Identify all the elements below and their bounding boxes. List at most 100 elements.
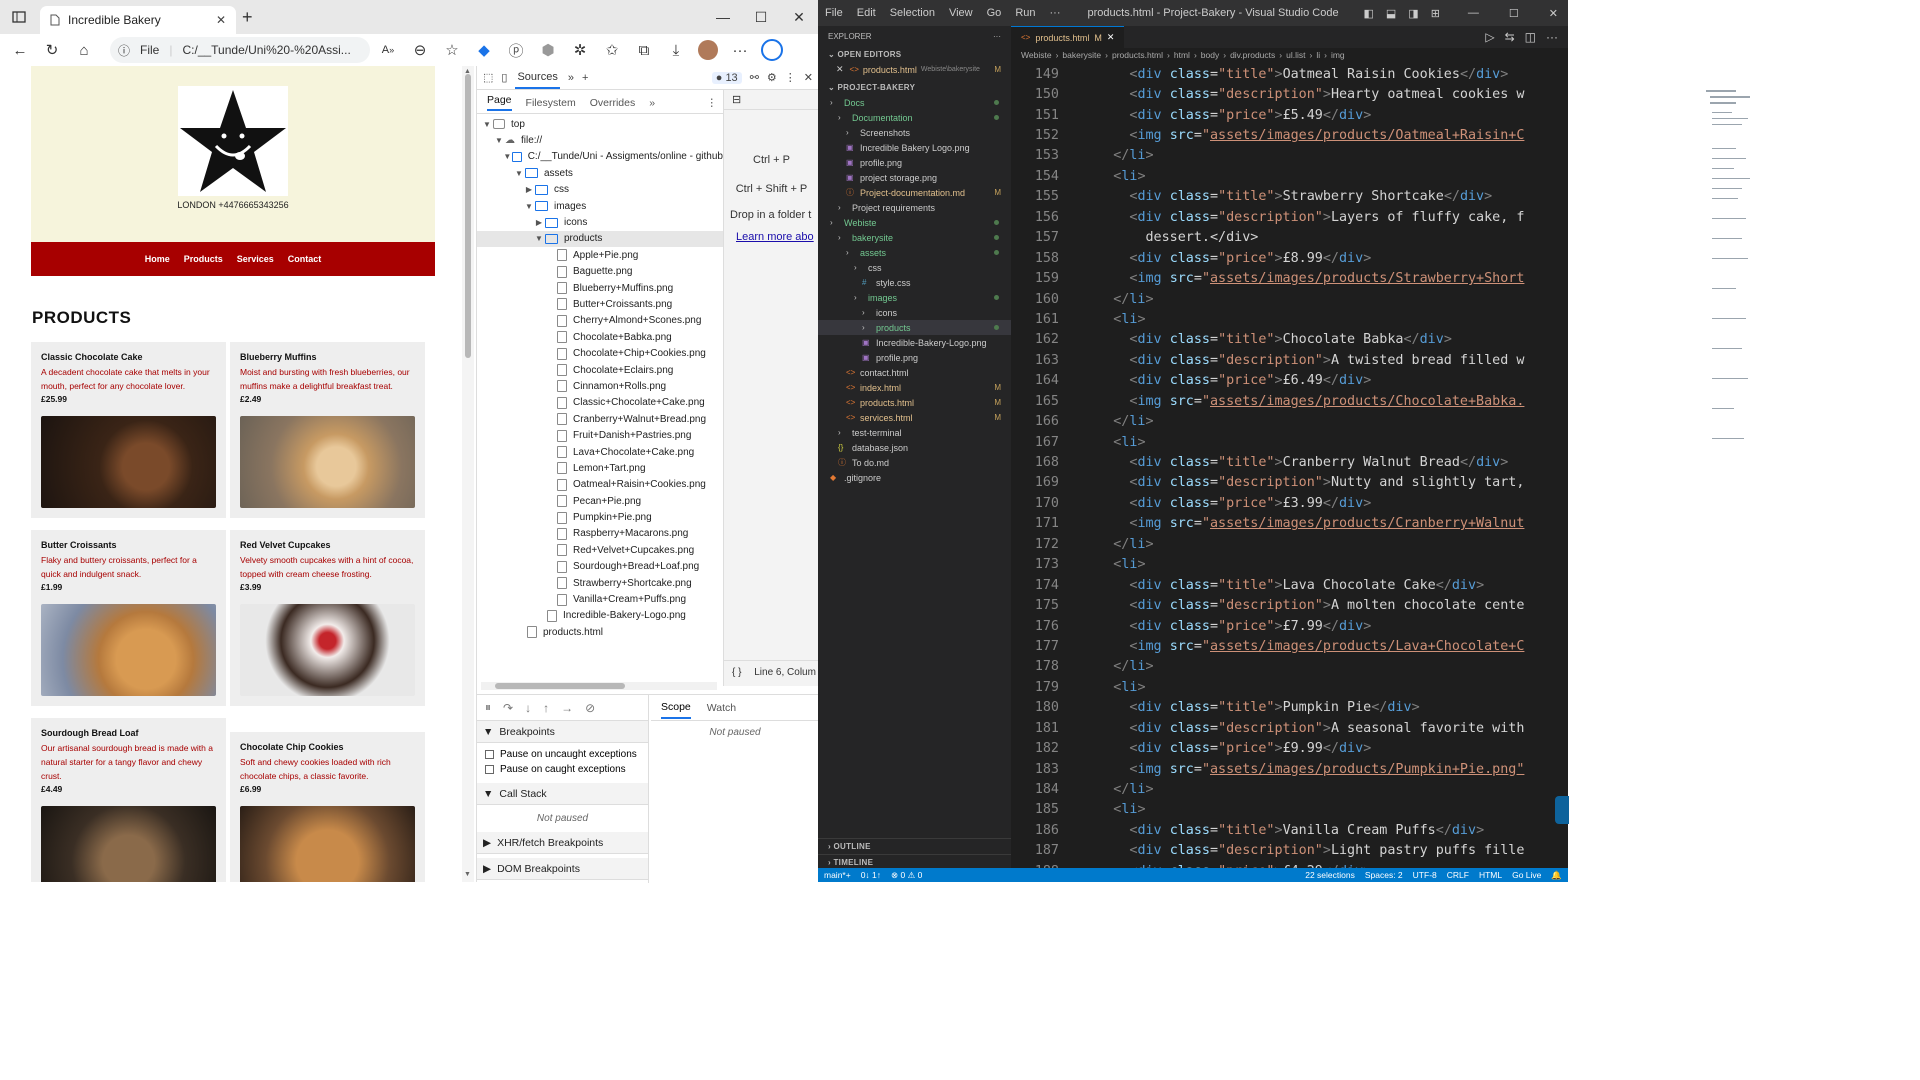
git-sync[interactable]: 0↓ 1↑ (861, 870, 881, 880)
explorer-item[interactable]: › images (818, 290, 1011, 305)
problems-count[interactable]: ⊗ 0 ⚠ 0 (891, 870, 922, 881)
refresh-icon[interactable]: ↻ (38, 36, 66, 64)
code-line[interactable]: 182 <div class="price">£9.99</div> (1011, 738, 1568, 758)
tree-item[interactable]: Sourdough+Bread+Loaf.png (477, 559, 723, 575)
close-tab-icon[interactable]: ✕ (216, 13, 226, 27)
menu-go[interactable]: Go (980, 7, 1009, 19)
nav-home[interactable]: Home (145, 254, 170, 264)
devtools-menu-icon[interactable]: ⋮ (785, 71, 796, 84)
tab-watch[interactable]: Watch (707, 702, 736, 714)
explorer-item[interactable]: › Docs (818, 95, 1011, 110)
info-icon[interactable]: ⓘ (118, 42, 130, 59)
tree-item[interactable]: Classic+Chocolate+Cake.png (477, 395, 723, 411)
tree-item[interactable]: Cranberry+Walnut+Bread.png (477, 411, 723, 427)
run-icon[interactable]: ▷ (1485, 30, 1494, 44)
tree-item[interactable]: Baguette.png (477, 264, 723, 280)
code-line[interactable]: 166 </li> (1011, 411, 1568, 431)
more-tabs-icon[interactable]: » (568, 72, 574, 84)
read-aloud-icon[interactable]: A» (374, 36, 402, 64)
code-area[interactable]: 149 <div class="title">Oatmeal Raisin Co… (1011, 64, 1568, 868)
subtabs-menu-icon[interactable]: ⋮ (707, 97, 724, 109)
explorer-item[interactable]: <> index.html M (818, 380, 1011, 395)
code-line[interactable]: 176 <div class="price">£7.99</div> (1011, 616, 1568, 636)
code-line[interactable]: 178 </li> (1011, 657, 1568, 677)
line-ending[interactable]: CRLF (1447, 870, 1469, 880)
code-link[interactable]: assets/images/products/Oatmeal+Raisin+C (1210, 128, 1524, 143)
device-toolbar-icon[interactable]: ▯ (501, 71, 507, 84)
editor-tab[interactable]: <> products.html M ✕ (1011, 26, 1125, 48)
code-line[interactable]: 188 <div class="price">£4.29</div> (1011, 861, 1568, 868)
code-line[interactable]: 171 <img src="assets/images/products/Cra… (1011, 514, 1568, 534)
code-line[interactable]: 181 <div class="description">A seasonal … (1011, 718, 1568, 738)
code-line[interactable]: 184 </li> (1011, 779, 1568, 799)
compare-icon[interactable]: ⇆ (1505, 30, 1515, 44)
settings-gear-icon[interactable]: ⚙ (767, 71, 777, 84)
explorer-item[interactable]: <> services.html M (818, 410, 1011, 425)
breadcrumb-item[interactable]: html (1174, 50, 1190, 60)
explorer-item[interactable]: › icons (818, 305, 1011, 320)
xhr-breakpoints-section[interactable]: ▶ XHR/fetch Breakpoints (477, 832, 648, 854)
code-line[interactable]: 177 <img src="assets/images/products/Lav… (1011, 636, 1568, 656)
explorer-item[interactable]: › Webiste (818, 215, 1011, 230)
learn-more-link[interactable]: Learn more abo (724, 231, 819, 243)
close-devtools-icon[interactable]: ✕ (804, 71, 813, 84)
code-line[interactable]: 185 <li> (1011, 800, 1568, 820)
explorer-more-icon[interactable]: ··· (993, 32, 1001, 41)
breadcrumb-item[interactable]: img (1331, 50, 1345, 60)
code-line[interactable]: 153 </li> (1011, 146, 1568, 166)
toggle-sidebar-icon[interactable]: ◧ (1363, 7, 1373, 20)
code-line[interactable]: 167 <li> (1011, 432, 1568, 452)
tree-item[interactable]: Cinnamon+Rolls.png (477, 378, 723, 394)
explorer-item[interactable]: ▣ profile.png (818, 350, 1011, 365)
menu-run[interactable]: Run (1008, 7, 1042, 19)
code-line[interactable]: 149 <div class="title">Oatmeal Raisin Co… (1011, 64, 1568, 84)
inspect-icon[interactable]: ⬚ (483, 71, 493, 84)
code-line[interactable]: 165 <img src="assets/images/products/Cho… (1011, 391, 1568, 411)
breadcrumb-item[interactable]: bakerysite (1062, 50, 1101, 60)
explorer-item[interactable]: ▣ Incredible Bakery Logo.png (818, 140, 1011, 155)
split-editor-icon[interactable]: ◫ (1525, 30, 1536, 44)
issues-badge[interactable]: ● 13 (711, 71, 742, 84)
explorer-item[interactable]: › Documentation (818, 110, 1011, 125)
pause-icon[interactable]: ⏸ (485, 700, 491, 715)
code-line[interactable]: 156 <div class="description">Layers of f… (1011, 207, 1568, 227)
code-line[interactable]: 164 <div class="price">£6.49</div> (1011, 371, 1568, 391)
encoding[interactable]: UTF-8 (1413, 870, 1437, 880)
layout-icon[interactable]: ⊞ (1431, 7, 1440, 20)
tree-item[interactable]: Strawberry+Shortcake.png (477, 575, 723, 591)
favorites-icon[interactable]: ✩ (598, 36, 626, 64)
explorer-item[interactable]: <> products.html M (818, 395, 1011, 410)
explorer-item[interactable]: › bakerysite (818, 230, 1011, 245)
code-line[interactable]: 163 <div class="description">A twisted b… (1011, 350, 1568, 370)
code-line[interactable]: 158 <div class="price">£8.99</div> (1011, 248, 1568, 268)
explorer-item[interactable]: # style.css (818, 275, 1011, 290)
code-line[interactable]: 150 <div class="description">Hearty oatm… (1011, 84, 1568, 104)
git-branch[interactable]: main*+ (824, 870, 851, 880)
open-editors-header[interactable]: ⌄ OPEN EDITORS (818, 46, 1011, 62)
connection-icon[interactable]: ⚯ (750, 71, 759, 84)
call-stack-section[interactable]: ▼ Call Stack (477, 783, 648, 805)
tree-item[interactable]: ▼ assets (477, 165, 723, 181)
notifications-icon[interactable]: 🔔 (1551, 870, 1562, 881)
code-line[interactable]: 159 <img src="assets/images/products/Str… (1011, 268, 1568, 288)
zoom-icon[interactable]: ⊖ (406, 36, 434, 64)
menu-file[interactable]: File (818, 7, 850, 19)
toggle-secondary-icon[interactable]: ◨ (1408, 7, 1418, 20)
breadcrumb-item[interactable]: li (1316, 50, 1320, 60)
extension-blue-icon[interactable]: ◆ (470, 36, 498, 64)
code-line[interactable]: 152 <img src="assets/images/products/Oat… (1011, 125, 1568, 145)
code-line[interactable]: 154 <li> (1011, 166, 1568, 186)
explorer-item[interactable]: › Project requirements (818, 200, 1011, 215)
nav-contact[interactable]: Contact (288, 254, 322, 264)
tree-item[interactable]: Apple+Pie.png (477, 247, 723, 263)
project-header[interactable]: ⌄ PROJECT-BAKERY (818, 79, 1011, 95)
code-line[interactable]: 169 <div class="description">Nutty and s… (1011, 473, 1568, 493)
more-subtabs-icon[interactable]: » (649, 97, 655, 109)
tree-item[interactable]: ▼ top (477, 116, 723, 132)
menu-edit[interactable]: Edit (850, 7, 883, 19)
copilot-icon[interactable] (758, 36, 786, 64)
tree-item[interactable]: ▼ C:/__Tunde/Uni - Assigments/online - gi… (477, 149, 723, 165)
breadcrumb-item[interactable]: div.products (1230, 50, 1275, 60)
tree-item[interactable]: Red+Velvet+Cupcakes.png (477, 542, 723, 558)
pause-uncaught-checkbox[interactable]: Pause on uncaught exceptions (477, 747, 648, 762)
